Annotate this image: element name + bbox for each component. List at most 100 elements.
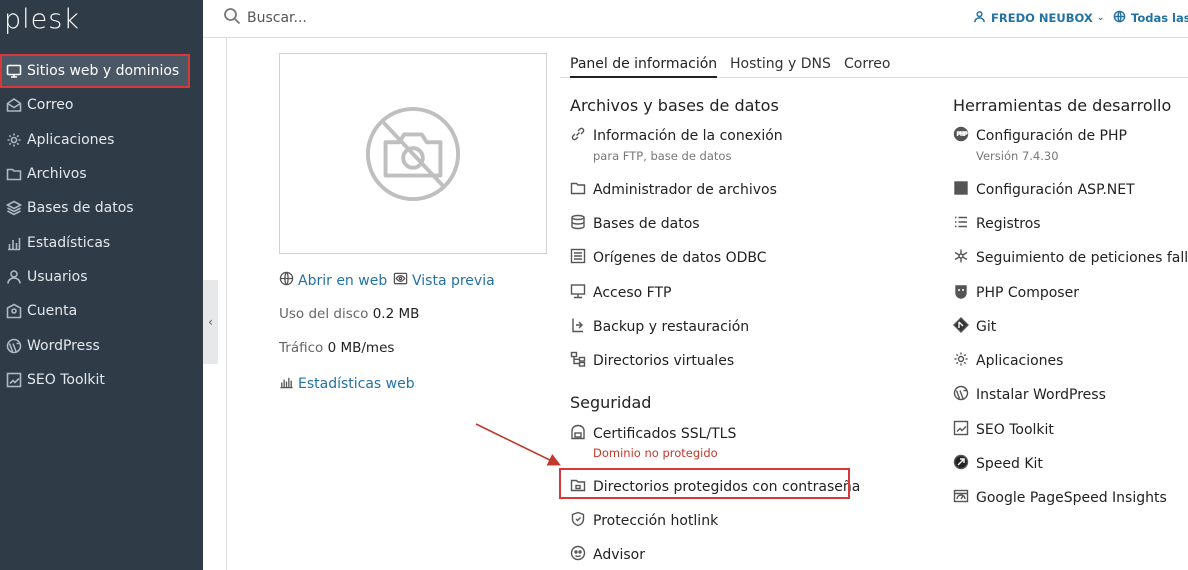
ftp-access-label: Acceso FTP [593,285,672,301]
user-menu[interactable]: FREDO NEUBOX ⌄ [973,10,1104,26]
folder-icon [0,166,27,182]
logs-label: Registros [976,216,1041,232]
certificate-icon [570,424,593,444]
sidebar-collapse-toggle[interactable]: ‹ [203,280,218,364]
sidebar-item-websites-domains[interactable]: Sitios web y dominios [0,54,190,89]
sitemap-icon [570,351,593,371]
network-icon [953,248,976,268]
tab-mail[interactable]: Correo [844,56,890,76]
connection-info-link[interactable]: Información de la conexión [570,126,783,146]
advisor-link[interactable]: Advisor [570,545,645,565]
bar-chart-icon [279,374,298,393]
web-statistics-label: Estadísticas web [298,375,415,392]
php-settings-link[interactable]: Configuración de PHP [953,126,1127,146]
seo-toolkit-link[interactable]: SEO Toolkit [953,420,1054,440]
file-manager-label: Administrador de archivos [593,182,777,198]
install-wordpress-label: Instalar WordPress [976,387,1106,403]
ftp-icon [570,283,593,303]
sidebar-item-seo-toolkit[interactable]: SEO Toolkit [0,363,203,397]
pagespeed-icon [953,488,976,508]
tab-bar: Panel de información Hosting y DNS Corre… [560,56,1188,78]
shield-icon [570,511,593,531]
web-statistics-link[interactable]: Estadísticas web [279,374,415,393]
speed-kit-link[interactable]: Speed Kit [953,454,1043,474]
sidebar-item-wordpress[interactable]: WordPress [0,328,203,362]
globe-icon [1113,10,1131,26]
hotlink-protection-link[interactable]: Protección hotlink [570,511,718,531]
sidebar-item-label: Sitios web y dominios [27,63,180,80]
plesk-logo[interactable]: plesk [4,4,80,35]
search-input[interactable] [247,10,547,26]
advisor-label: Advisor [593,547,646,563]
user-name: FREDO NEUBOX [991,11,1093,25]
tab-dashboard[interactable]: Panel de información [570,56,718,78]
ssl-certificates-link[interactable]: Certificados SSL/TLS [570,424,736,444]
wordpress-icon [953,385,976,405]
windows-icon [953,180,976,200]
chevron-down-icon: ⌄ [1096,13,1105,23]
monitor-icon [0,63,27,79]
pagespeed-insights-link[interactable]: Google PageSpeed Insights [953,488,1167,508]
open-in-web-link[interactable]: Abrir en web [279,271,387,290]
sidebar-item-applications[interactable]: Aplicaciones [0,123,203,157]
annotation-highlight-box [559,468,850,499]
file-manager-link[interactable]: Administrador de archivos [570,180,777,200]
eye-icon [393,271,412,290]
account-icon [0,303,27,319]
search-box [223,7,547,29]
sidebar-item-statistics[interactable]: Estadísticas [0,225,203,259]
sidebar-item-files[interactable]: Archivos [0,157,203,191]
install-wordpress-link[interactable]: Instalar WordPress [953,385,1106,405]
disk-usage-value: 0.2 MB [372,306,420,322]
seo-toolkit-label: SEO Toolkit [976,422,1054,438]
sidebar-item-label: Estadísticas [27,234,111,251]
pagespeed-insights-label: Google PageSpeed Insights [976,490,1167,506]
security-heading: Seguridad [570,393,652,412]
sidebar-item-mail[interactable]: Correo [0,88,203,122]
backup-restore-label: Backup y restauración [593,319,750,335]
ftp-access-link[interactable]: Acceso FTP [570,283,671,303]
logs-link[interactable]: Registros [953,214,1041,234]
gear-icon [0,132,27,148]
odbc-link[interactable]: Orígenes de datos ODBC [570,248,767,268]
php-composer-link[interactable]: PHP Composer [953,283,1079,303]
sidebar-item-label: Archivos [27,166,87,183]
git-icon [953,317,976,337]
globe-icon [279,271,298,290]
backup-restore-link[interactable]: Backup y restauración [570,317,749,337]
link-icon [570,126,593,146]
layers-icon [0,200,27,216]
site-screenshot-placeholder [279,53,547,254]
failed-requests-link[interactable]: Seguimiento de peticiones fallidas [953,248,1188,268]
odbc-label: Orígenes de datos ODBC [593,250,767,266]
speed-kit-label: Speed Kit [976,456,1043,472]
bar-chart-icon [0,235,27,251]
preview-link[interactable]: Vista previa [393,271,495,290]
sidebar-item-account[interactable]: Cuenta [0,294,203,328]
databases-label: Bases de datos [593,216,700,232]
folder-icon [570,180,593,200]
virtual-directories-link[interactable]: Directorios virtuales [570,351,734,371]
sidebar-item-label: Aplicaciones [27,131,115,148]
content-divider [226,38,227,570]
search-icon [223,7,241,29]
aspnet-settings-link[interactable]: Configuración ASP.NET [953,180,1135,200]
user-icon [973,10,991,26]
composer-icon [953,283,976,303]
sidebar-item-label: Bases de datos [27,200,134,217]
databases-link[interactable]: Bases de datos [570,214,700,234]
ssl-certificates-label: Certificados SSL/TLS [593,426,737,442]
aspnet-settings-label: Configuración ASP.NET [976,182,1135,198]
preview-label: Vista previa [412,272,495,289]
tab-hosting-dns[interactable]: Hosting y DNS [730,56,831,76]
subscriptions-label: Todas las s [1131,11,1188,25]
sidebar-item-users[interactable]: Usuarios [0,260,203,294]
git-link[interactable]: Git [953,317,996,337]
sidebar-item-databases[interactable]: Bases de datos [0,191,203,225]
subscriptions-menu[interactable]: Todas las s [1113,10,1188,26]
open-in-web-label: Abrir en web [298,272,388,289]
dev-applications-link[interactable]: Aplicaciones [953,351,1063,371]
php-composer-label: PHP Composer [976,285,1079,301]
ssl-status-warning: Dominio no protegido [593,446,718,460]
php-settings-label: Configuración de PHP [976,128,1127,144]
